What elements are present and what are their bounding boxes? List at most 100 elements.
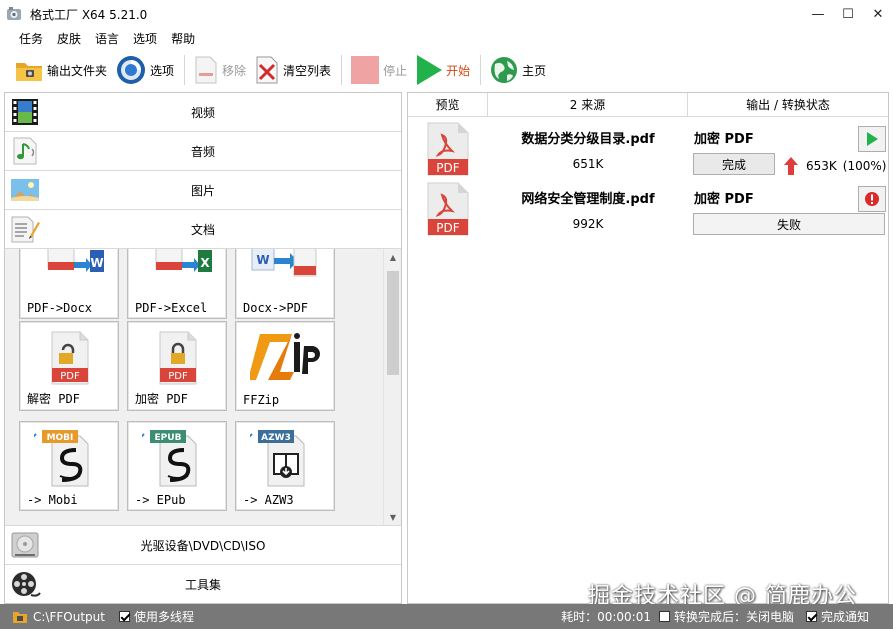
remove-button[interactable]: 移除	[193, 52, 246, 88]
category-document[interactable]: 文档	[5, 210, 401, 249]
remove-doc-icon	[195, 56, 217, 84]
error-icon	[865, 192, 879, 206]
stop-icon	[351, 56, 380, 84]
task-output-type: 加密 PDF	[694, 192, 754, 207]
scroll-down-icon[interactable]: ▼	[384, 509, 402, 525]
epub-ebook-icon: EPUB	[142, 428, 197, 487]
column-preview[interactable]: 预览	[408, 93, 488, 116]
tile-to-epub-label: -> EPub	[135, 493, 186, 507]
category-tools[interactable]: 工具集	[5, 564, 401, 603]
start-label: 开始	[446, 63, 471, 78]
pdf-file-icon: PDF	[427, 122, 469, 176]
home-label: 主页	[522, 63, 547, 78]
task-list-header: 预览 2 来源 输出 / 转换状态	[408, 93, 888, 117]
maximize-button[interactable]: ☐	[833, 0, 863, 28]
pdf-badge: PDF	[60, 371, 80, 382]
start-button[interactable]: 开始	[415, 52, 470, 88]
tile-docx-to-pdf[interactable]: W Docx->PDF	[235, 249, 335, 319]
scroll-up-icon[interactable]: ▲	[384, 249, 402, 265]
category-video[interactable]: 视频	[5, 93, 401, 132]
tile-pdf-to-docx[interactable]: W PDF->Docx	[19, 249, 119, 319]
toolbar-divider	[341, 55, 343, 85]
gear-icon	[117, 56, 146, 84]
azw3-badge: AZW3	[261, 433, 291, 443]
menu-language[interactable]: 语言	[95, 30, 119, 47]
tile-to-mobi[interactable]: MOBI -> Mobi	[19, 421, 119, 511]
task-output-size: 653K	[806, 159, 837, 173]
options-label: 选项	[150, 63, 175, 78]
scroll-thumb[interactable]	[387, 271, 399, 375]
toolbar-divider	[184, 55, 186, 85]
tile-to-epub[interactable]: EPUB -> EPub	[127, 421, 227, 511]
function-panel: 视频 音频 图片 文档 W PDF->Docx X PDF->Excel W D…	[4, 92, 402, 604]
category-audio-label: 音频	[190, 144, 215, 159]
task-status-badge: 完成	[693, 153, 775, 175]
task-row[interactable]: PDF 网络安全管理制度.pdf 992K 加密 PDF 失败	[408, 179, 888, 239]
category-image-label: 图片	[190, 183, 215, 198]
task-source-filename: 数据分类分级目录.pdf	[521, 132, 655, 147]
menu-options[interactable]: 选项	[133, 30, 157, 47]
clear-list-label: 清空列表	[283, 63, 332, 78]
tile-decrypt-pdf[interactable]: PDF 解密 PDF	[19, 321, 119, 411]
column-source[interactable]: 2 来源	[488, 93, 688, 116]
task-source-size: 992K	[572, 217, 604, 231]
pdf-to-word-icon: W	[47, 249, 104, 272]
remove-label: 移除	[222, 63, 247, 78]
shutdown-after-label: 转换完成后：关闭电脑	[673, 610, 794, 624]
folder-icon	[13, 611, 27, 623]
document-function-grid: W PDF->Docx X PDF->Excel W Docx->PDF PDF…	[5, 249, 401, 525]
task-list-panel: 预览 2 来源 输出 / 转换状态 PDF 数据分类分级目录.pdf 651K …	[407, 92, 889, 604]
output-folder-label: 输出文件夹	[47, 63, 108, 78]
column-status[interactable]: 输出 / 转换状态	[688, 93, 888, 116]
output-folder-button[interactable]: 输出文件夹	[14, 52, 107, 88]
tile-ffzip[interactable]: FFZip	[235, 321, 335, 411]
category-image[interactable]: 图片	[5, 171, 401, 210]
clear-list-icon	[256, 56, 278, 84]
category-optical[interactable]: 光驱设备\DVD\CD\ISO	[5, 525, 401, 564]
menu-bar: 任务 皮肤 语言 选项 帮助	[0, 28, 202, 48]
minimize-button[interactable]: —	[803, 0, 833, 28]
azw3-ebook-icon: AZW3	[250, 428, 305, 487]
menu-skin[interactable]: 皮肤	[57, 30, 81, 47]
svg-text:W: W	[90, 256, 103, 270]
close-button[interactable]: ✕	[863, 0, 893, 28]
tile-encrypt-pdf-label: 加密 PDF	[135, 392, 188, 406]
epub-badge: EPUB	[155, 433, 182, 443]
globe-icon	[491, 57, 518, 83]
category-optical-label: 光驱设备\DVD\CD\ISO	[140, 538, 266, 553]
app-logo-icon	[7, 7, 21, 20]
play-icon	[417, 55, 443, 85]
word-to-pdf-icon: W	[251, 249, 317, 277]
category-tools-label: 工具集	[184, 577, 221, 592]
task-row[interactable]: PDF 数据分类分级目录.pdf 651K 加密 PDF 完成 653K (10…	[408, 119, 888, 179]
elapsed-time: 耗时：00:00:01	[561, 610, 651, 624]
stop-label: 停止	[383, 63, 408, 78]
notify-checkbox[interactable]	[805, 611, 817, 622]
stop-button[interactable]: 停止	[350, 52, 407, 88]
clear-list-button[interactable]: 清空列表	[254, 52, 331, 88]
multithread-label: 使用多线程	[133, 610, 194, 624]
options-button[interactable]: 选项	[115, 52, 174, 88]
task-play-button[interactable]	[858, 126, 886, 152]
home-button[interactable]: 主页	[489, 52, 546, 88]
output-path-link[interactable]: C:\FFOutput	[33, 610, 105, 624]
tile-to-azw3[interactable]: AZW3 -> AZW3	[235, 421, 335, 511]
ffzip-logo-icon	[250, 333, 320, 380]
tile-encrypt-pdf[interactable]: PDF 加密 PDF	[127, 321, 227, 411]
multithread-checkbox[interactable]	[118, 611, 130, 622]
menu-help[interactable]: 帮助	[171, 30, 195, 47]
category-audio[interactable]: 音频	[5, 132, 401, 171]
task-status-badge: 失败	[693, 213, 885, 235]
notify-label: 完成通知	[820, 610, 869, 624]
tile-to-azw3-label: -> AZW3	[243, 493, 294, 507]
picture-icon	[11, 179, 39, 201]
play-icon	[867, 132, 878, 146]
task-error-button[interactable]	[858, 186, 886, 212]
function-grid-scrollbar[interactable]: ▲ ▼	[383, 249, 401, 525]
tile-pdf-to-excel[interactable]: X PDF->Excel	[127, 249, 227, 319]
category-video-label: 视频	[190, 105, 215, 120]
shutdown-after-checkbox[interactable]	[658, 611, 670, 622]
svg-text:X: X	[200, 256, 210, 270]
unlock-pdf-icon: PDF	[51, 331, 89, 385]
menu-task[interactable]: 任务	[19, 30, 43, 47]
